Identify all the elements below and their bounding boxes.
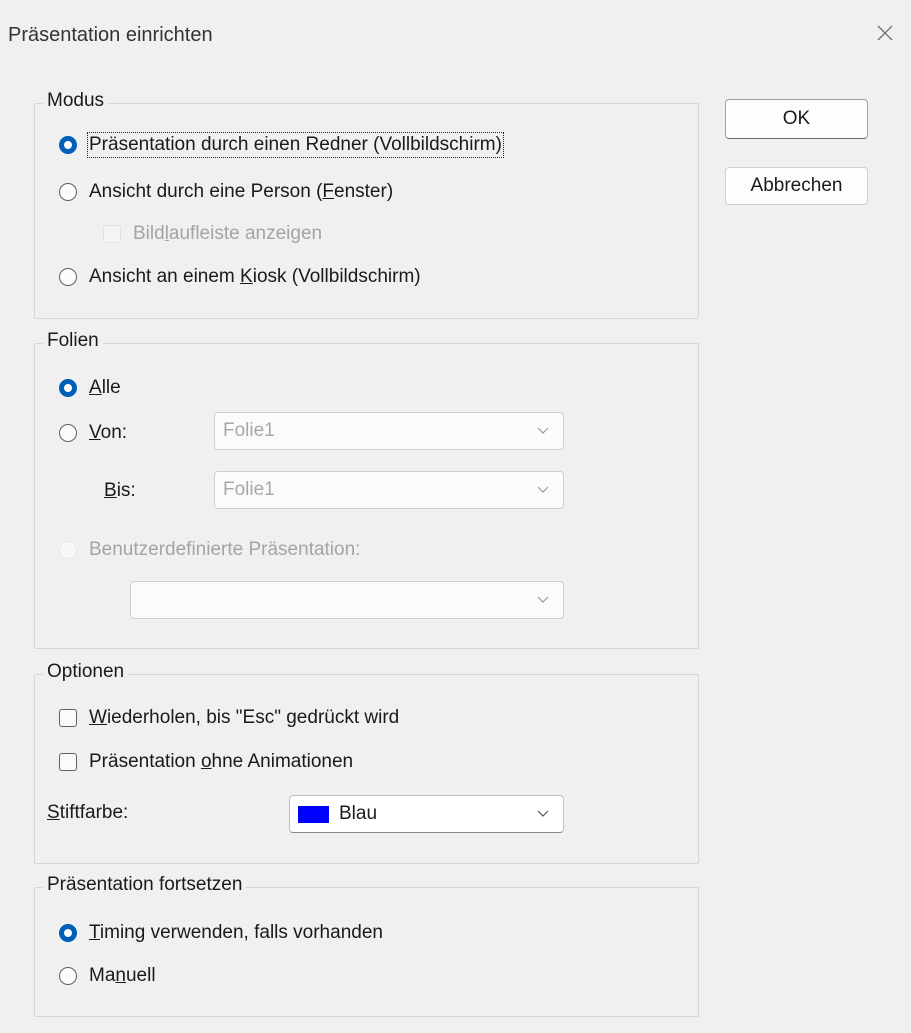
advance-manual-radio[interactable] bbox=[59, 967, 77, 985]
chevron-down-icon bbox=[537, 427, 549, 434]
mode-person-radio[interactable] bbox=[59, 183, 77, 201]
close-icon bbox=[877, 25, 893, 41]
mode-person-option[interactable]: Ansicht durch eine Person (Fenster) bbox=[59, 181, 393, 203]
slides-to-label-row: Bis: bbox=[104, 480, 136, 502]
no-animation-label: Präsentation ohne Animationen bbox=[89, 751, 354, 772]
slides-custom-radio[interactable] bbox=[59, 541, 77, 559]
ok-button[interactable]: OK bbox=[725, 99, 868, 139]
chevron-down-icon bbox=[537, 810, 549, 817]
slides-custom-option[interactable]: Benutzerdefinierte Präsentation: bbox=[59, 539, 360, 561]
cancel-button[interactable]: Abbrechen bbox=[725, 167, 868, 205]
modus-legend: Modus bbox=[43, 90, 109, 112]
slides-all-option[interactable]: Alle bbox=[59, 377, 121, 399]
pen-color-value: Blau bbox=[339, 803, 378, 824]
show-scrollbar-checkbox[interactable] bbox=[103, 225, 121, 243]
advance-timing-radio[interactable] bbox=[59, 924, 77, 942]
optionen-legend: Optionen bbox=[43, 661, 129, 683]
mode-speaker-radio[interactable] bbox=[59, 136, 77, 154]
loop-label: Wiederholen, bis "Esc" gedrückt wird bbox=[89, 707, 400, 728]
mode-person-label: Ansicht durch eine Person (Fenster) bbox=[89, 181, 394, 202]
loop-option[interactable]: Wiederholen, bis "Esc" gedrückt wird bbox=[59, 707, 399, 729]
loop-checkbox[interactable] bbox=[59, 709, 77, 727]
slides-all-label: Alle bbox=[89, 377, 121, 398]
fortsetzen-legend: Präsentation fortsetzen bbox=[43, 874, 247, 896]
no-animation-option[interactable]: Präsentation ohne Animationen bbox=[59, 751, 353, 773]
slides-from-select[interactable]: Folie1 bbox=[214, 412, 564, 450]
mode-kiosk-label: Ansicht an einem Kiosk (Vollbildschirm) bbox=[89, 266, 421, 287]
slides-from-option[interactable]: Von: bbox=[59, 422, 127, 444]
title-bar: Präsentation einrichten bbox=[0, 0, 911, 80]
pen-color-select[interactable]: Blau bbox=[289, 795, 564, 833]
slides-from-label: Von: bbox=[89, 422, 128, 443]
advance-manual-option[interactable]: Manuell bbox=[59, 965, 156, 987]
dialog-title: Präsentation einrichten bbox=[8, 24, 213, 46]
fortsetzen-group: Präsentation fortsetzen bbox=[34, 874, 699, 1017]
slides-custom-label: Benutzerdefinierte Präsentation: bbox=[89, 539, 361, 560]
show-scrollbar-option[interactable]: Bildlaufleiste anzeigen bbox=[103, 223, 322, 245]
advance-manual-label: Manuell bbox=[89, 965, 156, 986]
slides-to-label: Bis: bbox=[104, 480, 136, 501]
no-animation-checkbox[interactable] bbox=[59, 753, 77, 771]
chevron-down-icon bbox=[537, 486, 549, 493]
mode-speaker-option[interactable]: Präsentation durch einen Redner (Vollbil… bbox=[59, 132, 504, 158]
advance-timing-label: Timing verwenden, falls vorhanden bbox=[89, 922, 383, 943]
slides-from-radio[interactable] bbox=[59, 424, 77, 442]
chevron-down-icon bbox=[537, 596, 549, 603]
mode-kiosk-option[interactable]: Ansicht an einem Kiosk (Vollbildschirm) bbox=[59, 266, 421, 288]
slides-all-radio[interactable] bbox=[59, 379, 77, 397]
close-button[interactable] bbox=[868, 16, 902, 50]
mode-kiosk-radio[interactable] bbox=[59, 268, 77, 286]
slides-to-select[interactable]: Folie1 bbox=[214, 471, 564, 509]
advance-timing-option[interactable]: Timing verwenden, falls vorhanden bbox=[59, 922, 383, 944]
custom-show-select[interactable] bbox=[130, 581, 564, 619]
show-scrollbar-label: Bildlaufleiste anzeigen bbox=[133, 223, 323, 244]
slides-from-value: Folie1 bbox=[223, 420, 275, 441]
mode-speaker-label: Präsentation durch einen Redner (Vollbil… bbox=[87, 132, 504, 158]
pen-color-swatch bbox=[298, 805, 329, 823]
folien-legend: Folien bbox=[43, 330, 103, 352]
pen-color-label: Stiftfarbe: bbox=[47, 802, 129, 823]
slides-to-value: Folie1 bbox=[223, 479, 275, 500]
pen-color-label-row: Stiftfarbe: bbox=[47, 802, 128, 824]
